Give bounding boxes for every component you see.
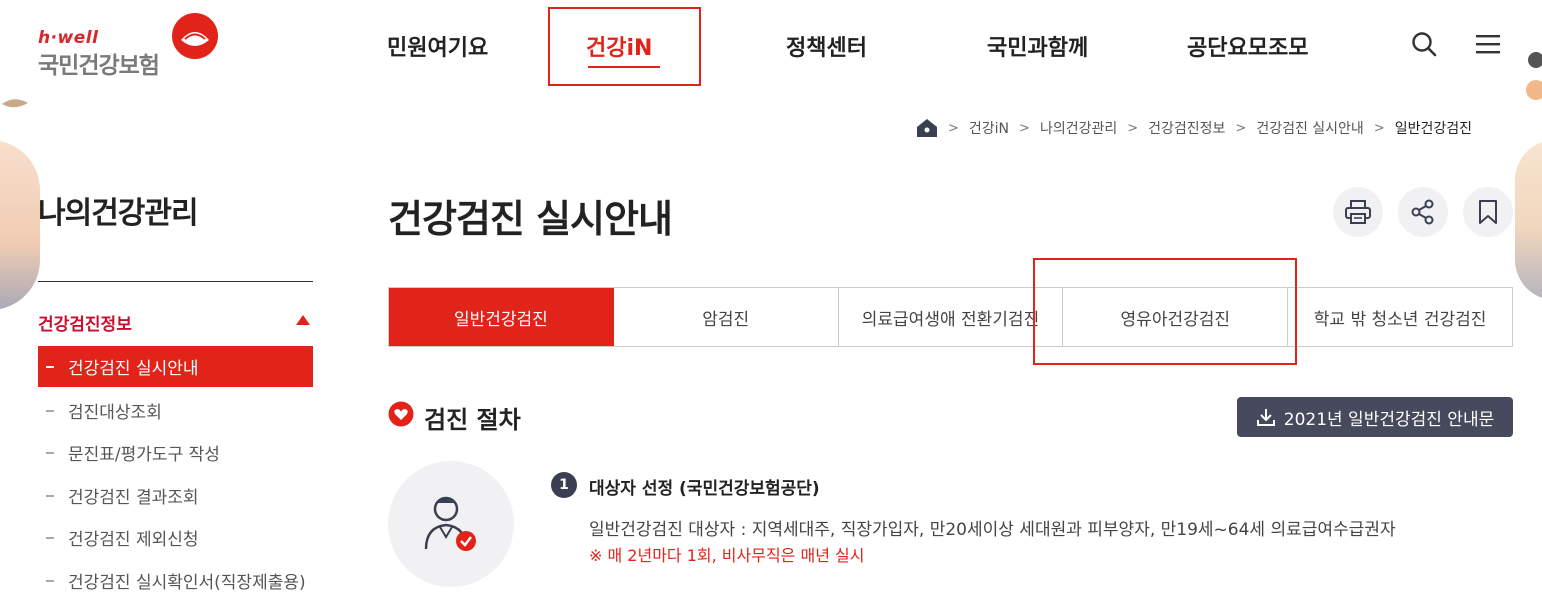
sidebar-item-questionnaire[interactable]: 문진표/평가도구 작성 — [46, 440, 220, 465]
sidebar-section-health-checkup-info[interactable]: 건강검진정보 — [38, 310, 132, 335]
breadcrumb-current: 일반건강검진 — [1394, 121, 1472, 137]
sidebar-item-result-lookup[interactable]: 건강검진 결과조회 — [46, 483, 199, 508]
bookmark-button[interactable] — [1463, 187, 1513, 237]
breadcrumb-item[interactable]: 건강iN — [969, 118, 1009, 138]
nhis-logo[interactable]: h·well 국민건강보험 — [38, 13, 228, 79]
figure-decoration — [1526, 52, 1542, 100]
breadcrumb-separator: > — [1373, 120, 1385, 136]
download-button-label: 2021년 일반건강검진 안내문 — [1283, 409, 1495, 430]
step-number: 1 — [551, 472, 577, 498]
step-note: ※ 매 2년마다 1회, 비사무직은 매년 실시 — [589, 546, 865, 565]
bookmark-icon — [1479, 200, 1497, 224]
logo-tagline: h·well — [38, 28, 99, 48]
caret-up-icon[interactable] — [296, 315, 310, 325]
page-title: 건강검진 실시안내 — [388, 197, 673, 241]
download-icon — [1256, 409, 1275, 426]
breadcrumb-item[interactable]: 건강검진 실시안내 — [1256, 118, 1364, 138]
dash-icon — [46, 451, 54, 454]
sidebar-item-label: 문진표/평가도구 작성 — [68, 445, 220, 465]
menu-icon — [1476, 35, 1500, 54]
breadcrumb-separator: > — [948, 120, 959, 136]
sidebar-item-label: 검진대상조회 — [68, 403, 162, 423]
tab-cancer-screening[interactable]: 암검진 — [614, 288, 839, 346]
tab-medical-aid-transition[interactable]: 의료급여생애 전환기검진 — [839, 288, 1064, 346]
sidebar-item-label: 건강검진 실시확인서(직장제출용) — [68, 573, 306, 593]
sidebar-title: 나의건강관리 — [38, 196, 199, 231]
sidebar-item-label: 건강검진 제외신청 — [68, 530, 199, 550]
highlight-box-tab — [1033, 258, 1297, 365]
sidebar-item-exclusion-request[interactable]: 건강검진 제외신청 — [46, 525, 199, 550]
share-icon — [1411, 199, 1434, 225]
section-title: 검진 절차 — [424, 406, 521, 434]
breadcrumb: > 건강iN > 나의건강관리 > 건강검진정보 > 건강검진 실시안내 > 일… — [916, 118, 1472, 138]
dash-icon — [46, 536, 54, 539]
print-button[interactable] — [1333, 187, 1383, 237]
tab-general-checkup[interactable]: 일반건강검진 — [389, 288, 614, 346]
breadcrumb-item[interactable]: 나의건강관리 — [1040, 118, 1117, 138]
breadcrumb-separator: > — [1235, 120, 1247, 136]
menu-button[interactable] — [1473, 29, 1503, 59]
download-guide-button[interactable]: 2021년 일반건강검진 안내문 — [1237, 397, 1513, 437]
leaf-decoration — [2, 99, 28, 108]
nav-minwon[interactable]: 민원여기요 — [387, 30, 488, 62]
search-button[interactable] — [1409, 29, 1439, 59]
decorative-illustration-right — [1515, 140, 1542, 300]
logo-mark-icon — [172, 13, 218, 59]
dash-icon — [46, 579, 54, 582]
breadcrumb-separator: > — [1127, 120, 1139, 136]
search-icon — [1412, 32, 1437, 57]
step-description: 일반건강검진 대상자 : 지역세대주, 직장가입자, 만20세이상 세대원과 피… — [589, 520, 1396, 540]
logo-name: 국민건강보험 — [38, 53, 160, 79]
sidebar-item-target-lookup[interactable]: 검진대상조회 — [46, 398, 162, 423]
breadcrumb-item[interactable]: 건강검진정보 — [1148, 118, 1225, 138]
step-illustration — [388, 461, 514, 587]
nav-with-people[interactable]: 국민과함께 — [987, 30, 1088, 62]
sidebar-item-label: 건강검진 결과조회 — [68, 488, 199, 508]
home-icon[interactable] — [916, 118, 938, 138]
print-icon — [1345, 200, 1371, 224]
dash-icon — [46, 494, 54, 497]
dash-icon — [46, 409, 54, 412]
nav-policy-center[interactable]: 정책센터 — [786, 30, 867, 62]
nav-corporation[interactable]: 공단요모조모 — [1187, 30, 1308, 62]
highlight-box-nav — [548, 7, 701, 86]
sidebar-item-active[interactable]: 건강검진 실시안내 — [38, 346, 313, 387]
sidebar-item-confirmation[interactable]: 건강검진 실시확인서(직장제출용) — [46, 568, 306, 593]
share-button[interactable] — [1398, 187, 1448, 237]
sidebar-divider — [38, 281, 313, 282]
heart-icon — [388, 401, 414, 427]
sidebar-item-label: 건강검진 실시안내 — [68, 359, 199, 379]
dash-icon — [46, 365, 54, 368]
step-title: 대상자 선정 (국민건강보험공단) — [589, 479, 820, 499]
tab-out-of-school-youth[interactable]: 학교 밖 청소년 건강검진 — [1288, 288, 1512, 346]
breadcrumb-separator: > — [1019, 120, 1030, 136]
decorative-illustration-left — [0, 140, 40, 310]
person-check-icon — [424, 496, 476, 551]
checkup-type-tabs: 일반건강검진 암검진 의료급여생애 전환기검진 영유아건강검진 학교 밖 청소년… — [388, 287, 1513, 347]
